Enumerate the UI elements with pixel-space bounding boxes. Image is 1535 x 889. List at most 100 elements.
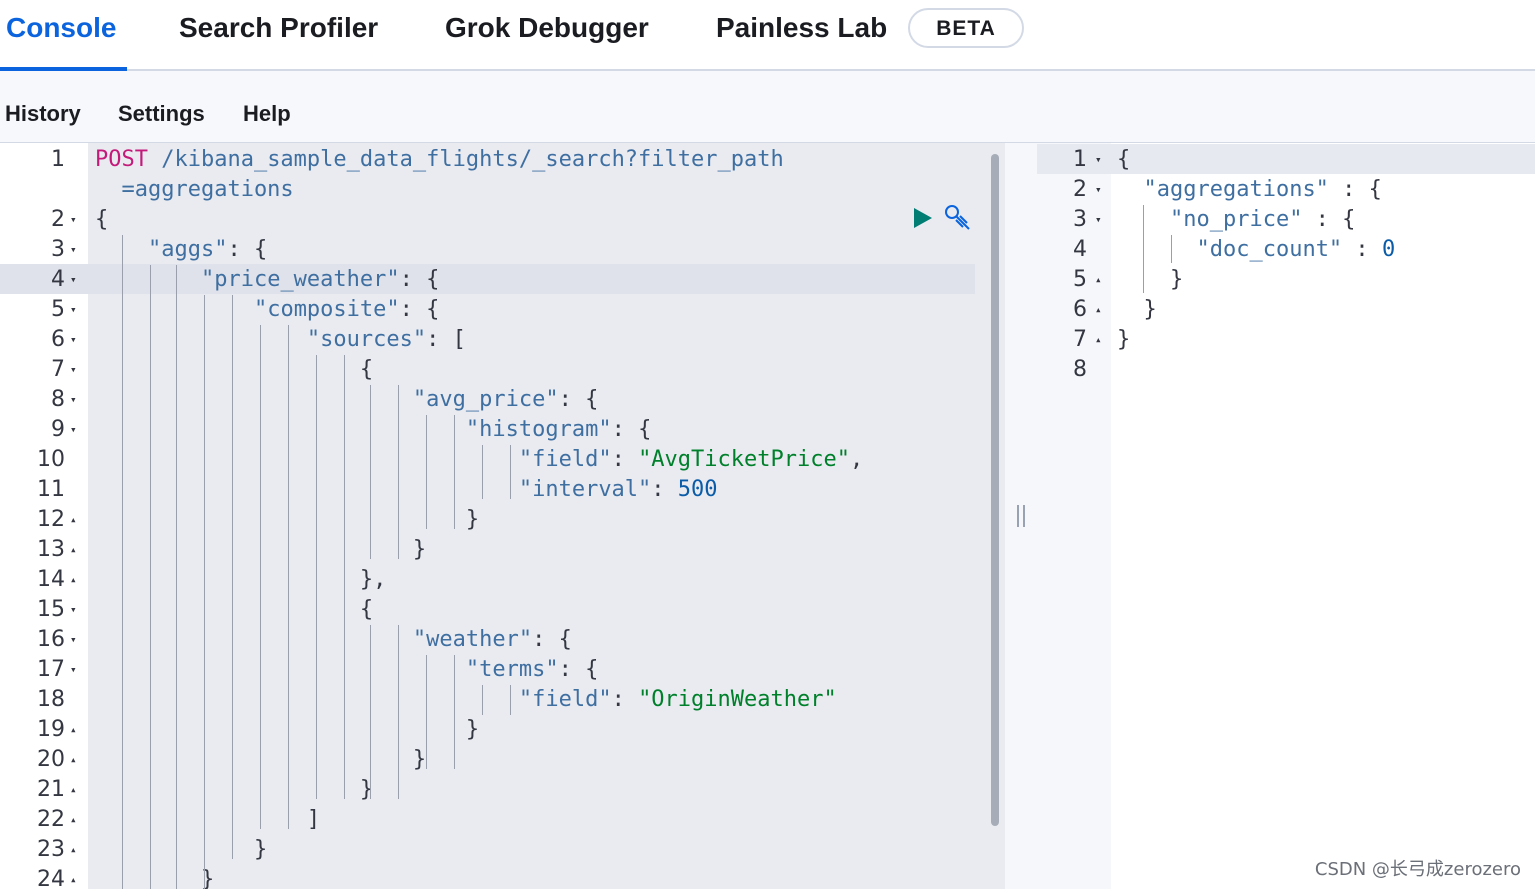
code-text[interactable]: { [95, 355, 373, 385]
code-token: : { [399, 267, 440, 292]
code-token: : { [1328, 177, 1382, 202]
fold-expand-icon[interactable]: ▴ [70, 775, 77, 805]
fold-expand-icon[interactable]: ▴ [1095, 325, 1102, 355]
fold-expand-icon[interactable]: ▴ [1095, 295, 1102, 325]
code-token: { [95, 597, 374, 622]
indent-guide [426, 655, 427, 769]
code-text[interactable]: "interval": 500 [95, 475, 718, 505]
code-text[interactable]: { [95, 595, 373, 625]
fold-collapse-icon[interactable]: ▾ [70, 415, 77, 445]
code-text[interactable]: } [1117, 325, 1130, 355]
tab-grok-debugger[interactable]: Grok Debugger [445, 12, 649, 44]
code-token: "no_price" [1169, 207, 1303, 232]
editor-scrollbar[interactable] [991, 154, 999, 826]
code-line: 16 ▾ "weather": { [0, 625, 975, 655]
fold-collapse-icon[interactable]: ▾ [70, 385, 77, 415]
code-text[interactable]: "terms": { [95, 655, 598, 685]
code-token: : [611, 687, 639, 712]
line-number: 16 [37, 627, 65, 652]
code-token: "aggs" [147, 237, 228, 262]
line-number: 24 [37, 867, 65, 889]
code-text[interactable]: "aggs": { [95, 235, 267, 265]
code-line: 20 ▴ } [0, 745, 975, 775]
fold-collapse-icon[interactable]: ▾ [70, 325, 77, 355]
fold-expand-icon[interactable]: ▴ [70, 505, 77, 535]
fold-expand-icon[interactable]: ▴ [70, 745, 77, 775]
panel-resize-handle[interactable] [1005, 143, 1037, 889]
code-text[interactable]: "aggregations" : { [1117, 175, 1382, 205]
indent-guide [482, 445, 483, 499]
code-token: "sources" [306, 327, 427, 352]
fold-expand-icon[interactable]: ▴ [70, 805, 77, 835]
indent-guide [510, 685, 511, 715]
code-text[interactable]: ] [95, 805, 320, 835]
fold-collapse-icon[interactable]: ▾ [70, 265, 77, 295]
code-text[interactable]: "weather": { [95, 625, 572, 655]
code-token: : [651, 477, 678, 502]
code-text[interactable]: "avg_price": { [95, 385, 598, 415]
code-text[interactable]: } [95, 775, 373, 805]
fold-collapse-icon[interactable]: ▾ [1095, 205, 1102, 235]
indent-guide [260, 325, 261, 829]
line-number: 1 [1073, 147, 1087, 172]
code-token: "price_weather" [200, 267, 400, 292]
fold-expand-icon[interactable]: ▴ [70, 715, 77, 745]
code-token: "interval" [518, 477, 652, 502]
fold-collapse-icon[interactable]: ▾ [1095, 145, 1102, 175]
code-token: : { [532, 627, 572, 652]
code-token: =aggregations [95, 177, 294, 202]
fold-collapse-icon[interactable]: ▾ [70, 295, 77, 325]
code-text[interactable]: "doc_count" : 0 [1117, 235, 1395, 265]
code-text[interactable]: } [95, 865, 214, 889]
code-text[interactable]: "no_price" : { [1117, 205, 1355, 235]
tab-painless-lab[interactable]: Painless Lab [716, 12, 887, 44]
tab-search-profiler[interactable]: Search Profiler [179, 12, 378, 44]
fold-expand-icon[interactable]: ▴ [70, 565, 77, 595]
fold-collapse-icon[interactable]: ▾ [70, 205, 77, 235]
fold-collapse-icon[interactable]: ▾ [70, 355, 77, 385]
code-text[interactable]: =aggregations [95, 175, 294, 205]
code-text[interactable]: } [1117, 295, 1156, 325]
fold-collapse-icon[interactable]: ▾ [70, 655, 77, 685]
wrench-icon[interactable] [943, 203, 973, 233]
code-line: 23 ▴ } [0, 835, 975, 865]
code-line: 19 ▴ } [0, 715, 975, 745]
settings-link[interactable]: Settings [118, 101, 205, 127]
code-text[interactable]: "field": "OriginWeather" [95, 685, 837, 715]
code-text[interactable]: "histogram": { [95, 415, 651, 445]
code-text[interactable]: } [95, 835, 267, 865]
tab-console[interactable]: Console [6, 12, 116, 44]
code-line: 22 ▴ ] [0, 805, 975, 835]
code-text[interactable]: { [1117, 145, 1130, 175]
code-text[interactable]: "field": "AvgTicketPrice", [95, 445, 863, 475]
fold-collapse-icon[interactable]: ▾ [70, 625, 77, 655]
code-text[interactable]: } [1117, 265, 1183, 295]
help-link[interactable]: Help [243, 101, 291, 127]
fold-collapse-icon[interactable]: ▾ [70, 595, 77, 625]
fold-collapse-icon[interactable]: ▾ [70, 235, 77, 265]
code-line: 7 ▴} [1037, 325, 1535, 355]
fold-collapse-icon[interactable]: ▾ [1095, 175, 1102, 205]
fold-expand-icon[interactable]: ▴ [70, 835, 77, 865]
fold-expand-icon[interactable]: ▴ [1095, 265, 1102, 295]
play-icon[interactable] [912, 207, 934, 229]
code-line: 4 "doc_count" : 0 [1037, 235, 1535, 265]
code-token: } [1117, 327, 1131, 352]
beta-badge: BETA [908, 8, 1024, 48]
code-line: 12 ▴ } [0, 505, 975, 535]
response-output[interactable]: 1 ▾ {2 ▾ "aggregations" : {3 ▾ "no_price" : … [1037, 143, 1535, 889]
watermark: CSDN @长弓成zerozero [1314, 859, 1521, 880]
code-text[interactable]: POST /kibana_sample_data_flights/_search… [95, 145, 784, 175]
code-token: "weather" [412, 627, 533, 652]
request-editor[interactable]: 1 POST /kibana_sample_data_flights/_searc… [0, 143, 1005, 889]
code-token: "OriginWeather" [638, 687, 837, 712]
code-line: 18 "field": "OriginWeather" [0, 685, 975, 715]
code-text[interactable]: { [95, 205, 108, 235]
code-text[interactable]: "composite": { [95, 295, 439, 325]
code-text[interactable]: "price_weather": { [95, 265, 439, 295]
code-text[interactable]: }, [95, 565, 387, 595]
fold-expand-icon[interactable]: ▴ [70, 865, 77, 889]
fold-expand-icon[interactable]: ▴ [70, 535, 77, 565]
history-link[interactable]: History [5, 101, 81, 127]
code-line: 13 ▴ } [0, 535, 975, 565]
